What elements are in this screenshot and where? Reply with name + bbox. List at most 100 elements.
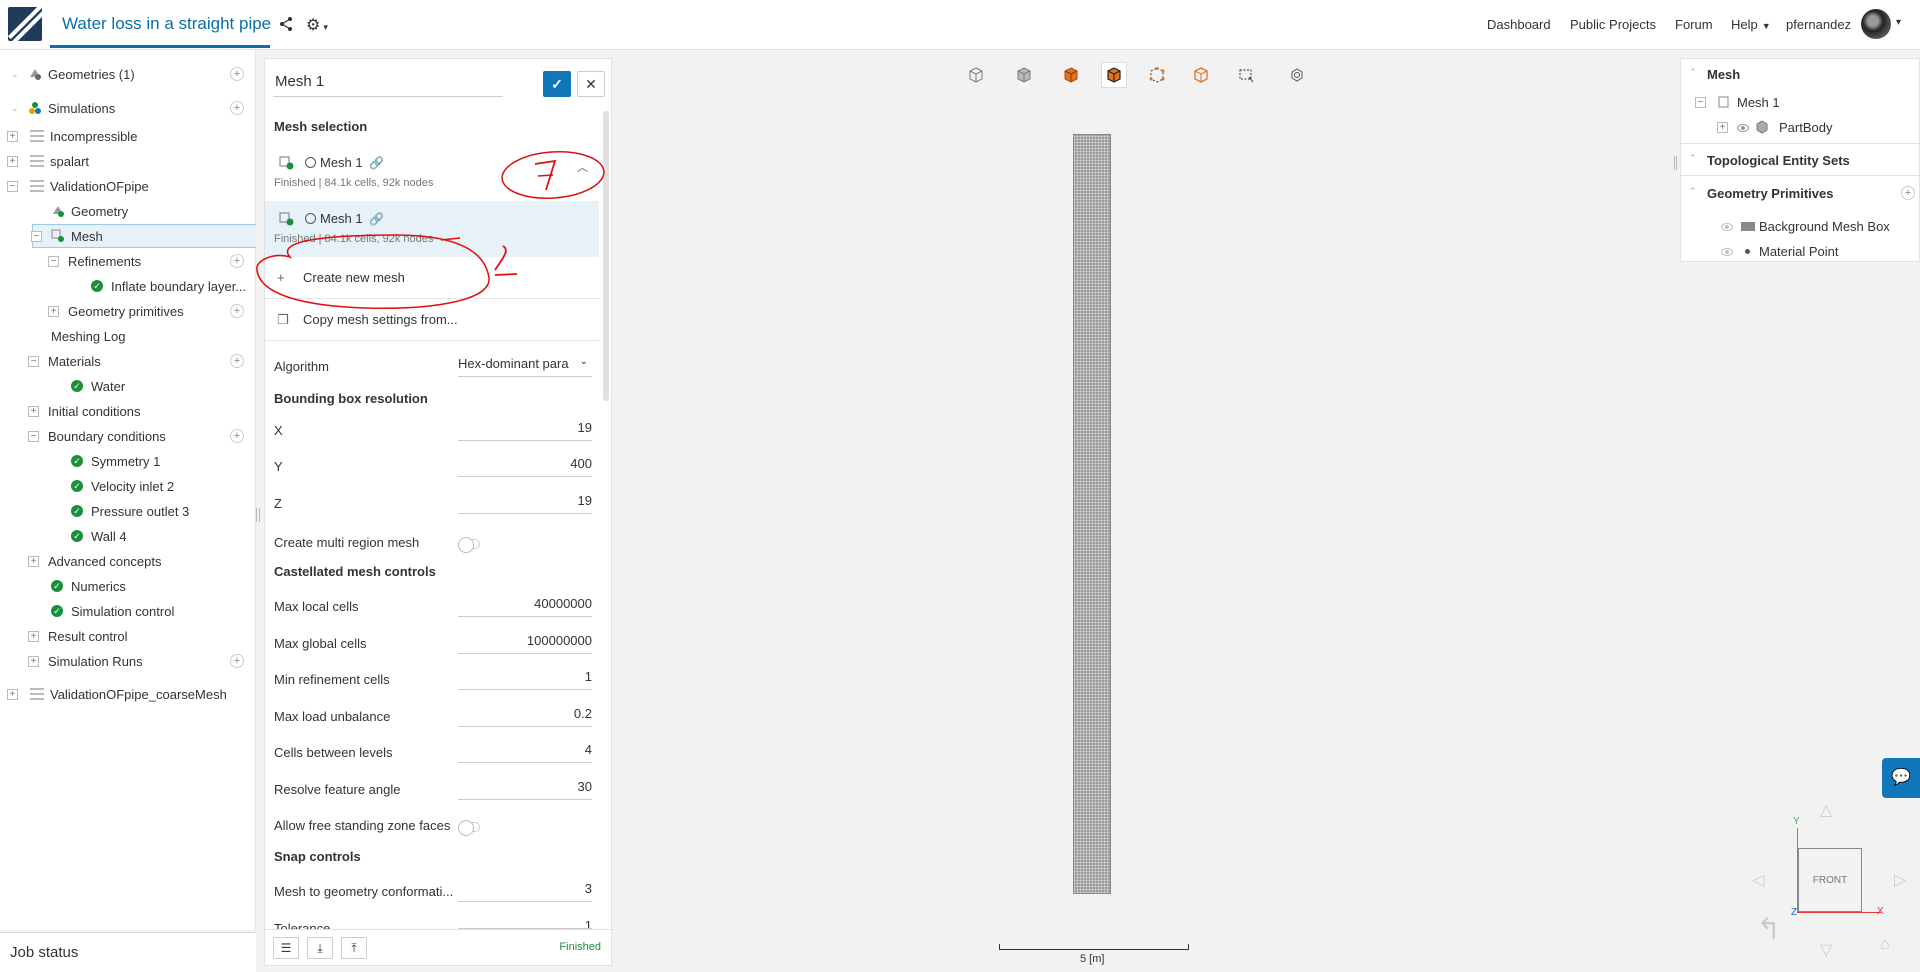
username[interactable]: pfernandez xyxy=(1786,17,1851,32)
visibility-eye-icon[interactable] xyxy=(1737,124,1749,132)
expand-icon[interactable]: + xyxy=(7,688,18,700)
add-geometry-icon[interactable]: + xyxy=(230,67,244,81)
free-standing-toggle[interactable] xyxy=(458,820,480,836)
mesh-selection-option[interactable]: Mesh 1 🔗 Finished | 84.1k cells, 92k nod… xyxy=(265,201,599,257)
view-surfaces-icon[interactable] xyxy=(1058,62,1084,88)
project-title[interactable]: Water loss in a straight pipe xyxy=(62,14,271,34)
view-settings-icon[interactable] xyxy=(1284,62,1310,88)
tree-geometry-primitives[interactable]: + Geometry primitives + xyxy=(0,299,256,323)
nav-help[interactable]: Help ▼ xyxy=(1731,17,1771,32)
tree-validationofpipe-coarsemesh[interactable]: + ValidationOFpipe_coarseMesh xyxy=(0,682,256,706)
chevron-icon[interactable]: ⌃ xyxy=(1689,186,1697,197)
nav-forum[interactable]: Forum xyxy=(1675,17,1713,32)
pipe-mesh-geometry[interactable] xyxy=(1073,134,1111,894)
tree-water[interactable]: ✓ Water xyxy=(0,374,256,398)
expand-icon[interactable]: + xyxy=(28,655,39,667)
create-new-mesh-option[interactable]: + Create new mesh xyxy=(265,257,599,299)
max-global-cells-input[interactable]: 100000000 xyxy=(458,628,592,654)
algorithm-select[interactable]: Hex-dominant para ⌄ xyxy=(458,351,592,377)
expand-icon[interactable]: + xyxy=(7,155,18,167)
tree-simulation-runs[interactable]: + Simulation Runs + xyxy=(0,649,256,673)
chevron-up-icon[interactable]: ︿ xyxy=(577,159,588,175)
copy-mesh-settings-option[interactable]: ❐ Copy mesh settings from... xyxy=(265,299,599,341)
rotate-down-icon[interactable]: ▽ xyxy=(1820,940,1832,960)
scrollbar[interactable] xyxy=(603,111,609,401)
link-icon[interactable]: 🔗 xyxy=(369,212,384,226)
avatar[interactable] xyxy=(1861,9,1891,39)
panel-resize-handle[interactable] xyxy=(256,508,260,522)
radio-button[interactable] xyxy=(305,157,316,168)
max-local-cells-input[interactable]: 40000000 xyxy=(458,591,592,617)
tree-simulation-control[interactable]: ✓ Simulation control xyxy=(0,599,256,623)
add-run-icon[interactable]: + xyxy=(230,654,244,668)
tolerance-input[interactable]: 1 xyxy=(458,913,592,929)
tree-pressure-outlet[interactable]: ✓ Pressure outlet 3 xyxy=(0,499,256,523)
navigation-cube[interactable]: FRONT xyxy=(1798,848,1862,912)
tree-velocity-inlet[interactable]: ✓ Velocity inlet 2 xyxy=(0,474,256,498)
job-status[interactable]: Job status xyxy=(0,932,256,972)
min-refinement-cells-input[interactable]: 1 xyxy=(458,664,592,690)
collapse-icon[interactable]: − xyxy=(48,255,59,267)
radio-button[interactable] xyxy=(305,213,316,224)
chevron-icon[interactable]: ⌄ xyxy=(11,103,19,114)
chat-support-icon[interactable]: 💬 xyxy=(1882,758,1920,798)
collapse-icon[interactable]: − xyxy=(28,355,39,367)
tree-boundary-conditions[interactable]: − Boundary conditions + xyxy=(0,424,256,448)
tree-advanced-concepts[interactable]: + Advanced concepts xyxy=(0,549,256,573)
tree-meshing-log[interactable]: Meshing Log xyxy=(0,324,256,348)
tree-geometry[interactable]: Geometry xyxy=(0,199,256,223)
visibility-eye-icon[interactable] xyxy=(1721,248,1733,256)
tree-symmetry[interactable]: ✓ Symmetry 1 xyxy=(0,449,256,473)
tree-refinements[interactable]: − Refinements + xyxy=(0,249,256,273)
view-wireframe-icon[interactable] xyxy=(963,62,989,88)
mesh-selection-current[interactable]: Mesh 1 🔗 Finished | 84.1k cells, 92k nod… xyxy=(265,145,599,201)
rotate-up-icon[interactable]: △ xyxy=(1820,800,1832,820)
tree-numerics[interactable]: ✓ Numerics xyxy=(0,574,256,598)
tree-result-control[interactable]: + Result control xyxy=(0,624,256,648)
expand-icon[interactable]: + xyxy=(48,305,59,317)
share-icon[interactable] xyxy=(278,16,294,32)
simscale-logo-icon[interactable] xyxy=(8,7,42,41)
expand-icon[interactable]: + xyxy=(7,130,18,142)
nav-dashboard[interactable]: Dashboard xyxy=(1487,17,1551,32)
rotate-right-icon[interactable]: ▷ xyxy=(1894,870,1906,890)
tree-mesh[interactable]: − Mesh xyxy=(31,224,256,248)
close-button[interactable]: ✕ xyxy=(577,71,605,97)
view-edges-icon[interactable] xyxy=(1101,62,1127,88)
tree-inflate-boundary[interactable]: ✓ Inflate boundary layer... xyxy=(0,274,256,298)
visibility-eye-icon[interactable] xyxy=(1721,223,1733,231)
settings-gear-icon[interactable]: ⚙ ▾ xyxy=(306,15,328,35)
expand-icon[interactable]: + xyxy=(28,555,39,567)
home-view-icon[interactable]: ⌂ xyxy=(1880,936,1890,954)
tree-materials[interactable]: − Materials + xyxy=(0,349,256,373)
tree-initial-conditions[interactable]: + Initial conditions xyxy=(0,399,256,423)
chevron-icon[interactable]: ⌄ xyxy=(11,69,19,80)
tree-wall[interactable]: ✓ Wall 4 xyxy=(0,524,256,548)
multi-region-toggle[interactable] xyxy=(458,537,480,553)
y-input[interactable]: 400 xyxy=(458,451,592,477)
resolve-feature-angle-input[interactable]: 30 xyxy=(458,774,592,800)
tree-validationofpipe[interactable]: − ValidationOFpipe xyxy=(0,174,256,198)
add-primitive-icon[interactable]: + xyxy=(1901,186,1915,200)
tree-geometries[interactable]: ⌄ Geometries (1) + xyxy=(0,62,256,86)
expand-icon[interactable]: + xyxy=(28,630,39,642)
chevron-icon[interactable]: ⌃ xyxy=(1689,67,1697,78)
nav-public-projects[interactable]: Public Projects xyxy=(1570,17,1656,32)
max-load-unbalance-input[interactable]: 0.2 xyxy=(458,701,592,727)
chevron-icon[interactable]: ⌃ xyxy=(1689,153,1697,164)
collapse-icon[interactable]: − xyxy=(1695,97,1706,108)
collapse-icon[interactable]: − xyxy=(28,430,39,442)
view-transparent-icon[interactable] xyxy=(1188,62,1214,88)
download-icon[interactable]: ⤓ xyxy=(307,937,333,959)
add-primitive-icon[interactable]: + xyxy=(230,304,244,318)
add-material-icon[interactable]: + xyxy=(230,354,244,368)
add-refinement-icon[interactable]: + xyxy=(230,254,244,268)
panel-resize-handle[interactable] xyxy=(1674,156,1677,170)
view-solid-icon[interactable] xyxy=(1011,62,1037,88)
expand-icon[interactable]: + xyxy=(28,405,39,417)
box-select-icon[interactable] xyxy=(1233,62,1259,88)
z-input[interactable]: 19 xyxy=(458,488,592,514)
cells-between-levels-input[interactable]: 4 xyxy=(458,737,592,763)
confirm-button[interactable]: ✓ xyxy=(543,71,571,97)
tree-incompressible[interactable]: + Incompressible xyxy=(0,124,256,148)
